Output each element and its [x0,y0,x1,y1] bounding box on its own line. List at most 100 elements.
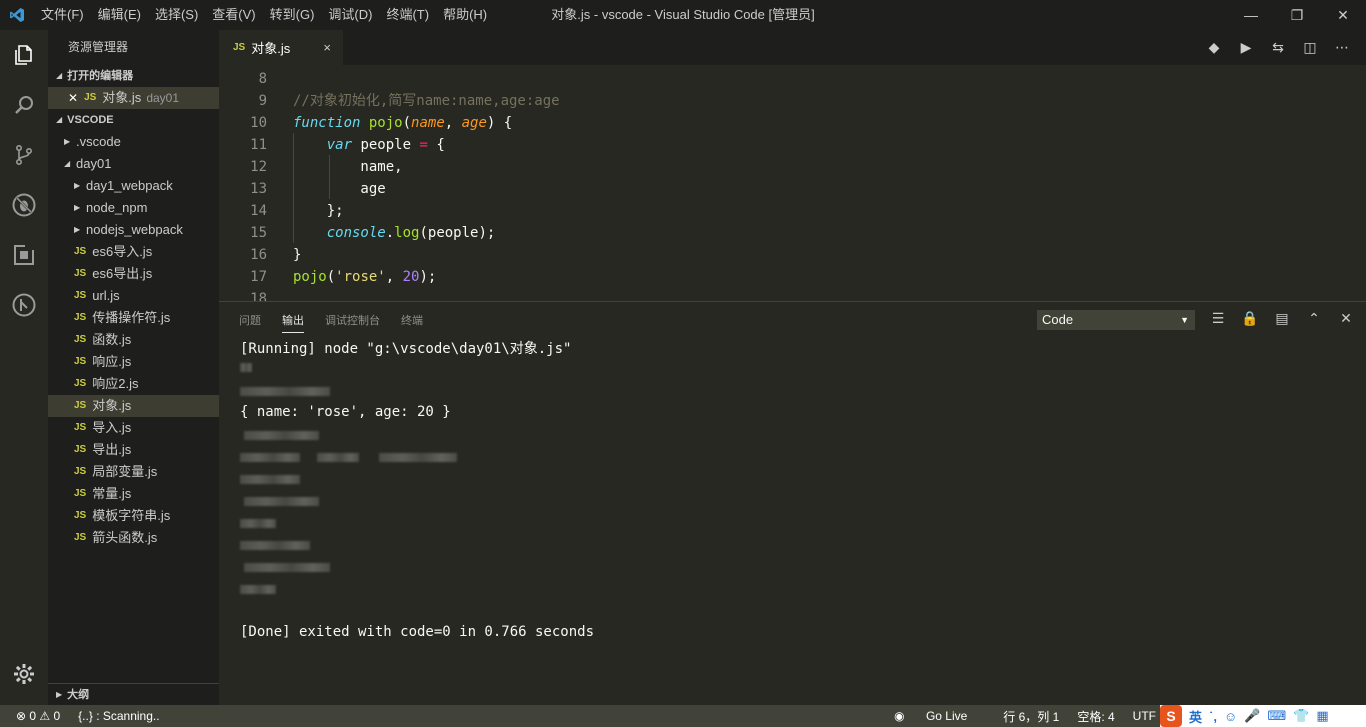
open-editor-item[interactable]: ✕ JS 对象.js day01 [48,87,219,109]
workspace-section[interactable]: ◢ VSCODE [48,109,219,131]
tab-problems[interactable]: 问题 [239,308,261,332]
chevron-right-icon: ▶ [74,181,81,190]
compare-changes-icon[interactable]: ⇆ [1262,39,1294,56]
file-tree-item-label: 对象.js [92,398,132,413]
file-tree-item[interactable]: JS 导入.js [48,417,219,439]
js-file-icon: JS [74,356,87,367]
line-number: 13 [250,181,267,197]
close-icon[interactable]: ✕ [68,87,78,109]
source-control-icon[interactable] [0,130,48,180]
toolbox-icon[interactable]: ▦ [1316,708,1328,724]
file-tree-item[interactable]: JS url.js [48,285,219,307]
file-tree-item[interactable]: JS 局部变量.js [48,461,219,483]
lock-icon[interactable]: 🔒 [1234,310,1266,327]
gear-icon[interactable] [0,649,48,699]
language-scanning-status[interactable]: {..} : Scanning.. [78,709,159,723]
broadcast-icon: ◉ [894,709,908,723]
punctuation-icon[interactable]: ˙, [1209,709,1217,724]
open-editors-section[interactable]: ◢ 打开的编辑器 [48,65,219,87]
close-panel-icon[interactable]: ✕ [1330,310,1362,327]
file-tree-item[interactable]: JS 箭头函数.js [48,527,219,549]
file-tree-item[interactable]: JS 函数.js [48,329,219,351]
js-file-icon: JS [84,92,97,103]
sogou-ime-icon[interactable]: S [1160,705,1182,727]
minimize-button[interactable]: — [1228,0,1274,30]
code-line: //对象初始化,简写name:name,age:age [293,93,560,109]
encoding-status[interactable]: UTF [1133,709,1156,723]
cursor-position-status[interactable]: 行 6，列 1 [1003,708,1059,725]
ime-language-toggle[interactable]: 英 [1189,707,1202,726]
file-tree-item-label: nodejs_webpack [86,222,183,237]
search-icon[interactable] [0,80,48,130]
menu-edit[interactable]: 编辑(E) [91,0,148,30]
file-tree-item[interactable]: JS 模板字符串.js [48,505,219,527]
menu-view[interactable]: 查看(V) [205,0,262,30]
menu-go[interactable]: 转到(G) [263,0,322,30]
file-tree-item[interactable]: ◢ day01 [48,153,219,175]
js-file-icon: JS [74,334,87,345]
file-tree-item[interactable]: JS 对象.js [48,395,219,417]
menu-help[interactable]: 帮助(H) [436,0,494,30]
line-number: 18 [250,291,267,301]
file-tree-item-label: 传播操作符.js [92,310,171,325]
menu-terminal[interactable]: 终端(T) [379,0,436,30]
run-icon[interactable]: ▶ [1230,39,1262,56]
file-tree-item[interactable]: ▶ day1_webpack [48,175,219,197]
line-number: 14 [250,203,267,219]
blurred-output [244,431,319,440]
vscode-logo-icon [0,0,34,30]
tab-close-icon[interactable]: × [323,40,331,55]
file-tree-item[interactable]: ▶ .vscode [48,131,219,153]
blurred-output [240,453,300,462]
file-tree-item[interactable]: JS es6导出.js [48,263,219,285]
code-line: name, [293,159,403,175]
close-window-button[interactable]: ✕ [1320,0,1366,30]
code-editor[interactable]: 8 9 //对象初始化,简写name:name,age:age 10 functio… [219,65,1366,301]
git-lens-icon[interactable]: ◆ [1198,39,1230,56]
file-tree-item[interactable]: JS 导出.js [48,439,219,461]
problems-status[interactable]: ⊗ 0 ⚠ 0 [16,709,60,723]
file-tree-item[interactable]: ▶ nodejs_webpack [48,219,219,241]
clear-output-icon[interactable]: ☰ [1202,310,1234,327]
output-channel-select[interactable]: Code ▼ [1037,310,1195,330]
tab-terminal[interactable]: 终端 [401,308,423,332]
code-line: var people = { [326,137,445,153]
debug-icon[interactable] [0,180,48,230]
outline-section[interactable]: ▶ 大纲 [48,683,219,705]
output-channel-value: Code [1042,312,1074,327]
file-tree-item[interactable]: ▶ node_npm [48,197,219,219]
blurred-output [240,541,310,550]
split-editor-icon[interactable]: ◫ [1294,39,1326,56]
tab-debug-console[interactable]: 调试控制台 [325,308,380,332]
more-actions-icon[interactable]: ⋯ [1326,39,1358,56]
skin-icon[interactable]: 👕 [1293,708,1309,724]
file-tree-item[interactable]: JS es6导入.js [48,241,219,263]
maximize-panel-icon[interactable]: ⌃ [1298,310,1330,327]
file-tree-item-label: 局部变量.js [92,464,158,479]
file-tree-item[interactable]: JS 响应2.js [48,373,219,395]
indentation-status[interactable]: 空格: 4 [1077,708,1114,725]
microphone-icon[interactable]: 🎤 [1244,708,1260,724]
extensions-icon[interactable] [0,230,48,280]
tab-output[interactable]: 输出 [282,308,304,333]
tab-object-js[interactable]: JS 对象.js × [219,30,343,65]
maximize-button[interactable]: ❐ [1274,0,1320,30]
blurred-output [317,453,359,462]
menu-selection[interactable]: 选择(S) [148,0,205,30]
git-graph-icon[interactable] [0,280,48,330]
explorer-icon[interactable] [0,30,48,80]
keyboard-icon[interactable]: ⌨ [1267,708,1286,724]
file-tree-item[interactable]: JS 常量.js [48,483,219,505]
output-panel: 问题 输出 调试控制台 终端 Code ▼ ☰ 🔒 ▤ ⌃ ✕ [Running… [219,301,1366,705]
menu-debug[interactable]: 调试(D) [321,0,379,30]
open-log-icon[interactable]: ▤ [1266,310,1298,327]
file-tree-item-label: 响应2.js [92,376,139,391]
line-number: 12 [250,159,267,175]
file-tree-item[interactable]: JS 响应.js [48,351,219,373]
open-editor-folder: day01 [146,91,180,105]
emoji-icon[interactable]: ☺ [1224,709,1237,724]
menu-file[interactable]: 文件(F) [34,0,91,30]
file-tree-item[interactable]: JS 传播操作符.js [48,307,219,329]
go-live-button[interactable]: ◉ Go Live [894,709,985,723]
blurred-output [244,563,330,572]
